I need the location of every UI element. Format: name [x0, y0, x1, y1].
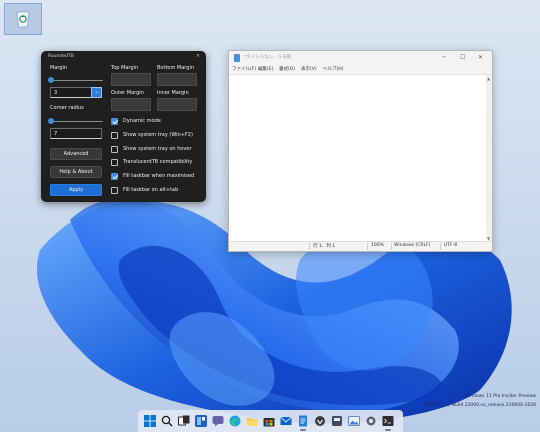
checkbox-box[interactable] — [111, 132, 118, 139]
menu-edit[interactable]: 編集(E) — [258, 66, 273, 72]
notepad-text-area[interactable] — [229, 75, 486, 242]
status-separator — [309, 243, 310, 250]
corner-radius-label: Corner radius — [50, 105, 84, 111]
widgets-icon[interactable] — [195, 415, 207, 427]
checkbox-box[interactable] — [111, 146, 118, 153]
checkbox-box[interactable] — [111, 173, 118, 180]
margin-spin-button[interactable]: ⌄ — [91, 87, 102, 98]
checkbox-box[interactable] — [111, 118, 118, 125]
checkbox-box[interactable] — [111, 159, 118, 166]
settings-icon[interactable] — [365, 415, 377, 427]
inner-margin-field[interactable] — [157, 98, 197, 111]
apply-button[interactable]: Apply — [50, 184, 102, 196]
checkbox-label: Dynamic mode — [123, 118, 161, 124]
start-icon[interactable] — [144, 415, 156, 427]
mail-icon[interactable] — [280, 415, 292, 427]
advanced-button[interactable]: Advanced — [50, 148, 102, 160]
checkbox-label: Fill taskbar when maximised — [123, 173, 195, 179]
status-separator — [367, 243, 368, 250]
window-title: RoundedTB — [48, 54, 74, 59]
notepad-menubar: ファイル(F) 編集(E) 書式(O) 表示(V) ヘルプ(H) — [229, 65, 492, 75]
status-line-ending: Windows (CRLF) — [394, 243, 431, 248]
running-indicator — [300, 429, 306, 431]
notepad-title: *タイトルなし - メモ帳 — [244, 55, 292, 60]
terminal-icon[interactable] — [382, 415, 394, 427]
notepad-vertical-scrollbar[interactable]: ▲ ▼ — [486, 75, 492, 242]
maximize-button[interactable]: ☐ — [460, 54, 465, 61]
watermark-line-2: 評価コピー。Build 22000.co_release.210604-1628 — [425, 403, 536, 408]
checkbox-label: TranslucentTB compatibility — [123, 159, 193, 165]
menu-view[interactable]: 表示(V) — [301, 66, 317, 72]
app-icon[interactable] — [331, 415, 343, 427]
chat-icon[interactable] — [212, 415, 224, 427]
status-cursor-position: 行 1、列 1 — [313, 244, 336, 249]
notepad-titlebar[interactable]: *タイトルなし - メモ帳 ─ ☐ ✕ — [229, 51, 492, 65]
edge-icon[interactable] — [229, 415, 241, 427]
checkbox-label: Fill taskbar on alt+tab — [123, 187, 179, 193]
checkbox-box[interactable] — [111, 187, 118, 194]
close-button[interactable]: ✕ — [478, 54, 483, 61]
menu-file[interactable]: ファイル(F) — [232, 66, 256, 72]
bottom-margin-field[interactable] — [157, 73, 197, 86]
store-icon[interactable] — [263, 415, 275, 427]
menu-format[interactable]: 書式(O) — [279, 66, 295, 72]
search-icon[interactable] — [161, 415, 173, 427]
margin-slider[interactable] — [51, 80, 103, 81]
margin-label: Margin — [50, 65, 68, 71]
taskbar — [138, 410, 403, 432]
checkbox-label: Show system tray (Win+F2) — [123, 132, 193, 138]
running-indicator — [385, 429, 391, 431]
corner-radius-slider-thumb[interactable] — [48, 118, 54, 124]
status-zoom: 100% — [371, 243, 384, 248]
roundedtb-window: RoundedTB × Margin 3 ⌄ Corner radius 7 A… — [41, 51, 206, 202]
recycle-bin-icon — [16, 11, 30, 28]
margin-slider-thumb[interactable] — [48, 77, 54, 83]
menu-help[interactable]: ヘルプ(H) — [323, 66, 343, 72]
notepad-app-icon — [234, 54, 240, 62]
watermark-line-1: Windows 11 Pro Insider Preview — [464, 394, 536, 399]
inner-margin-label: Inner Margin — [157, 90, 189, 96]
top-margin-field[interactable] — [111, 73, 151, 86]
notepad-window: *タイトルなし - メモ帳 ─ ☐ ✕ ファイル(F) 編集(E) 書式(O) … — [228, 50, 493, 252]
checkbox-label: Show system tray on hover — [123, 146, 192, 152]
task-view-icon[interactable] — [178, 415, 190, 427]
minimize-button[interactable]: ─ — [442, 54, 446, 61]
outer-margin-field[interactable] — [111, 98, 151, 111]
corner-radius-input[interactable]: 7 — [50, 128, 102, 139]
app-icon[interactable] — [314, 415, 326, 427]
outer-margin-label: Outer Margin — [111, 90, 144, 96]
status-encoding: UTF-8 — [444, 243, 458, 248]
scroll-up-icon[interactable]: ▲ — [487, 76, 490, 81]
file-explorer-icon[interactable] — [246, 415, 258, 427]
status-separator — [391, 243, 392, 250]
notepad-statusbar: 行 1、列 1 100% Windows (CRLF) UTF-8 — [229, 241, 492, 251]
status-separator — [440, 243, 441, 250]
bottom-margin-label: Bottom Margin — [157, 65, 195, 71]
close-button[interactable]: × — [196, 53, 200, 59]
photos-icon[interactable] — [348, 415, 360, 427]
help-about-button[interactable]: Help & About — [50, 166, 102, 178]
notepad-icon[interactable] — [297, 415, 309, 427]
recycle-bin-desktop-icon[interactable] — [4, 3, 42, 35]
corner-radius-slider[interactable] — [51, 121, 103, 122]
top-margin-label: Top Margin — [111, 65, 139, 71]
